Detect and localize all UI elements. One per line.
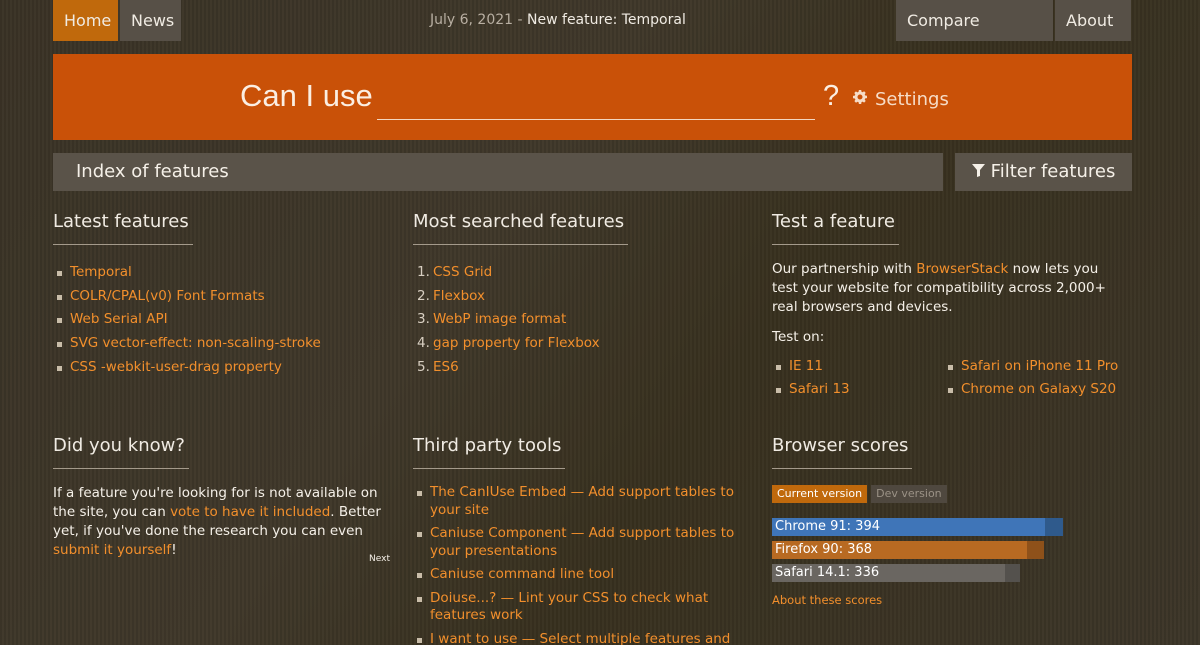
news-separator: - (513, 12, 528, 28)
filter-icon (971, 153, 985, 191)
index-of-features-link[interactable]: Index of features (53, 153, 943, 191)
test-browser-link[interactable]: IE 11 (789, 358, 823, 374)
tool-link[interactable]: Doiuse...? — Lint your CSS to check what… (430, 590, 708, 624)
nav-news-link[interactable]: News (120, 0, 181, 41)
tab-current-version[interactable]: Current version (772, 485, 868, 503)
browserstack-link[interactable]: BrowserStack (916, 261, 1008, 277)
feature-link[interactable]: Flexbox (433, 288, 485, 304)
test-feature-heading: Test a feature (772, 211, 899, 245)
submit-link[interactable]: submit it yourself (53, 542, 171, 558)
score-version-tabs: Current version Dev version (772, 485, 1122, 503)
news-title-link[interactable]: New feature: Temporal (527, 12, 686, 28)
list-item: Chrome on Galaxy S20 (944, 378, 1116, 401)
list-item: I want to use — Select multiple features… (413, 631, 758, 645)
rank-number: 3. (417, 311, 430, 328)
tab-dev-version[interactable]: Dev version (871, 485, 947, 503)
rank-number: 2. (417, 287, 430, 304)
list-item: SVG vector-effect: non-scaling-stroke (53, 332, 403, 356)
list-item: Caniuse command line tool (413, 566, 758, 584)
feature-link[interactable]: ES6 (433, 359, 459, 375)
most-searched-heading: Most searched features (413, 211, 629, 245)
vote-link[interactable]: vote to have it included (170, 504, 330, 520)
news-date: July 6, 2021 (430, 12, 514, 28)
test-browser-link[interactable]: Safari on iPhone 11 Pro (961, 358, 1118, 374)
feature-link[interactable]: CSS -webkit-user-drag property (70, 359, 282, 375)
list-item: Web Serial API (53, 308, 403, 332)
filter-features-button[interactable]: Filter features (955, 153, 1132, 191)
next-tip-button[interactable]: Next (369, 554, 390, 564)
feature-link[interactable]: WebP image format (433, 311, 566, 327)
test-browser-link[interactable]: Chrome on Galaxy S20 (961, 381, 1116, 397)
settings-label: Settings (875, 89, 949, 110)
score-row: Chrome 91: 394 (772, 518, 1082, 536)
rank-number: 4. (417, 335, 430, 352)
rank-number: 5. (417, 358, 430, 375)
most-searched-section: Most searched features 1. CSS Grid 2. Flex… (413, 211, 763, 379)
test-browser-link[interactable]: Safari 13 (789, 381, 850, 397)
list-item: Doiuse...? — Lint your CSS to check what… (413, 590, 758, 625)
did-you-know-heading: Did you know? (53, 435, 189, 469)
score-label: Chrome 91: 394 (775, 519, 880, 534)
score-label: Safari 14.1: 336 (775, 565, 880, 580)
tool-link[interactable]: The CanIUse Embed — Add support tables t… (430, 484, 734, 518)
news-headline: July 6, 2021 - New feature: Temporal (430, 12, 686, 28)
search-question-mark: ? (823, 80, 840, 112)
did-you-know-text: If a feature you're looking for is not a… (53, 484, 398, 560)
tool-link[interactable]: I want to use — Select multiple features… (430, 631, 730, 645)
list-item: 1. CSS Grid (413, 261, 763, 285)
text-part: ! (171, 542, 177, 558)
score-bars: Chrome 91: 394 Firefox 90: 368 Safari 14.1… (772, 518, 1122, 582)
list-item: 2. Flexbox (413, 285, 763, 309)
list-item: 5. ES6 (413, 356, 763, 380)
nav-about-link[interactable]: About (1055, 0, 1131, 41)
partnership-text: Our partnership with BrowserStack now le… (772, 260, 1127, 317)
list-item: Temporal (53, 261, 403, 285)
list-item: 4. gap property for Flexbox (413, 332, 763, 356)
latest-features-section: Latest features Temporal COLR/CPAL(v0) F… (53, 211, 403, 379)
about-scores-link[interactable]: About these scores (772, 593, 1122, 607)
feature-link[interactable]: Temporal (70, 264, 132, 280)
tool-link[interactable]: Caniuse Component — Add support tables t… (430, 525, 734, 559)
third-party-tools-heading: Third party tools (413, 435, 566, 469)
feature-link[interactable]: COLR/CPAL(v0) Font Formats (70, 288, 265, 304)
feature-link[interactable]: Web Serial API (70, 311, 168, 327)
settings-button[interactable]: Settings (852, 89, 949, 110)
list-item: Safari 13 (772, 378, 850, 401)
top-nav: Home News July 6, 2021 - New feature: Te… (53, 0, 1131, 71)
third-party-tools-section: Third party tools The CanIUse Embed — Ad… (413, 435, 763, 645)
feature-link[interactable]: gap property for Flexbox (433, 335, 600, 351)
third-party-tools-list: The CanIUse Embed — Add support tables t… (413, 484, 758, 645)
score-label: Firefox 90: 368 (775, 542, 873, 557)
list-item: CSS -webkit-user-drag property (53, 356, 403, 380)
list-item: 3. WebP image format (413, 308, 763, 332)
did-you-know-section: Did you know? If a feature you're lookin… (53, 435, 398, 560)
search-label: Can I use (240, 78, 373, 113)
list-item: COLR/CPAL(v0) Font Formats (53, 285, 403, 309)
browser-scores-section: Browser scores Current version Dev versi… (772, 435, 1122, 607)
rank-number: 1. (417, 264, 430, 280)
score-row: Safari 14.1: 336 (772, 564, 1082, 582)
filter-features-label: Filter features (990, 161, 1116, 182)
text-part: Our partnership with (772, 261, 917, 277)
list-item: Caniuse Component — Add support tables t… (413, 525, 758, 560)
test-browsers-list: IE 11 Safari 13 Safari on iPhone 11 Pro … (772, 355, 1127, 405)
latest-features-list: Temporal COLR/CPAL(v0) Font Formats Web … (53, 261, 403, 379)
tool-link[interactable]: Caniuse command line tool (430, 566, 614, 582)
list-item: Safari on iPhone 11 Pro (944, 355, 1118, 378)
latest-features-heading: Latest features (53, 211, 193, 245)
nav-home-link[interactable]: Home (53, 0, 118, 41)
search-input[interactable] (377, 82, 815, 120)
most-searched-list: 1. CSS Grid 2. Flexbox 3. WebP image format… (413, 261, 763, 379)
search-banner: Can I use ? Settings (53, 54, 1132, 140)
list-item: IE 11 (772, 355, 823, 378)
feature-link[interactable]: CSS Grid (433, 264, 492, 280)
browser-scores-heading: Browser scores (772, 435, 913, 469)
nav-compare-browsers-link[interactable]: Compare browsers (896, 0, 1053, 71)
feature-link[interactable]: SVG vector-effect: non-scaling-stroke (70, 335, 321, 351)
gear-icon (852, 89, 868, 110)
test-on-label: Test on: (772, 329, 825, 345)
score-row: Firefox 90: 368 (772, 541, 1082, 559)
list-item: The CanIUse Embed — Add support tables t… (413, 484, 758, 519)
test-feature-section: Test a feature Our partnership with Brow… (772, 211, 1127, 405)
